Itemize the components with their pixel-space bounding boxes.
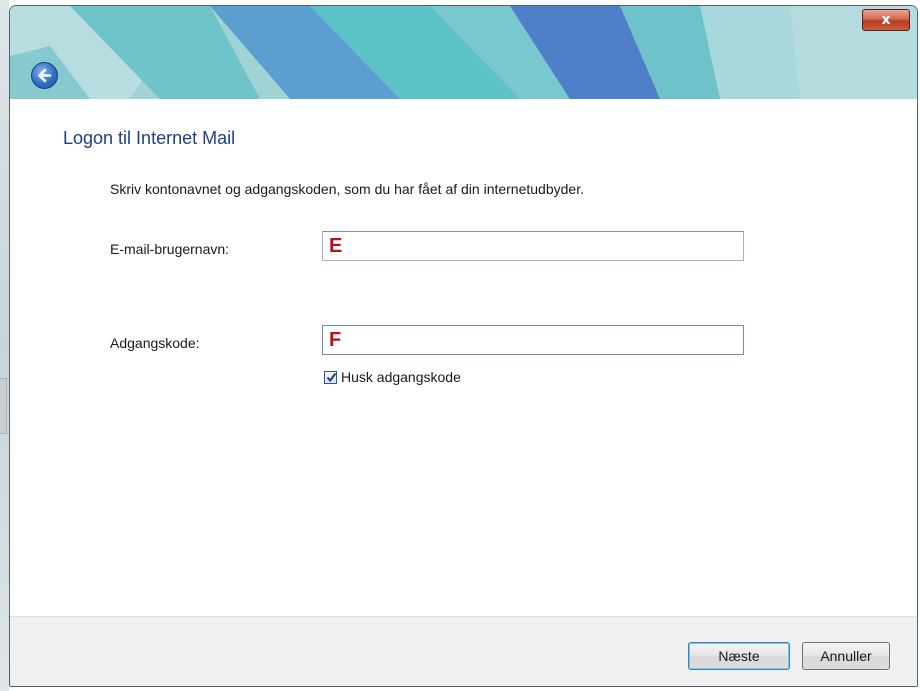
- close-button[interactable]: x: [862, 9, 910, 31]
- checkbox-checked-icon[interactable]: [324, 370, 337, 384]
- email-username-field[interactable]: [322, 231, 744, 261]
- background-window-edge: [0, 0, 9, 691]
- email-username-label: E-mail-brugernavn:: [110, 241, 230, 257]
- title-bar: x: [10, 6, 917, 99]
- screen: x Logon til Internet Mail Skriv kontonav…: [0, 0, 920, 691]
- checkmark-icon: [326, 372, 337, 382]
- password-label: Adgangskode:: [110, 335, 200, 351]
- instruction-text: Skriv kontonavnet og adgangskoden, som d…: [110, 181, 584, 197]
- logon-dialog: x Logon til Internet Mail Skriv kontonav…: [9, 5, 918, 687]
- background-window-tab: [0, 378, 7, 434]
- dialog-content: Logon til Internet Mail Skriv kontonavne…: [10, 99, 917, 616]
- cancel-button[interactable]: Annuller: [802, 642, 890, 670]
- back-button[interactable]: [31, 62, 58, 89]
- remember-password-label: Husk adgangskode: [341, 369, 461, 385]
- dialog-footer: Næste Annuller: [10, 616, 917, 686]
- page-title: Logon til Internet Mail: [63, 128, 236, 148]
- remember-password-checkbox[interactable]: Husk adgangskode: [324, 369, 461, 385]
- password-field[interactable]: [322, 325, 744, 355]
- close-icon: x: [881, 12, 891, 28]
- title-bar-artwork: [10, 6, 917, 99]
- next-button[interactable]: Næste: [688, 642, 790, 670]
- back-arrow-icon: [38, 68, 52, 83]
